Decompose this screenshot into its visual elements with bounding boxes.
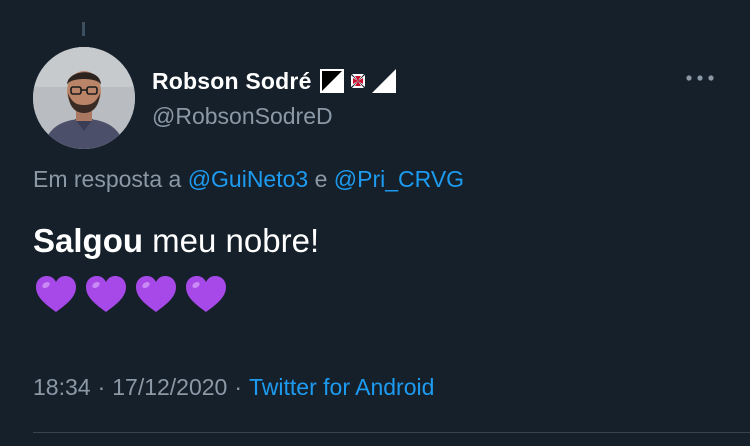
black-triangle-icon <box>319 69 344 93</box>
reply-conjunction: e <box>314 166 328 192</box>
divider <box>33 432 750 433</box>
white-triangle-icon <box>371 69 396 93</box>
author-handle[interactable]: @RobsonSodreD <box>152 103 333 130</box>
tweet-text-bold: Salgou <box>33 222 144 259</box>
tweet-text-rest: meu nobre! <box>143 222 320 259</box>
tweet-time[interactable]: 18:34 <box>33 374 91 400</box>
purple-heart-icon <box>136 276 176 312</box>
mention-link-pri-crvg[interactable]: @Pri_CRVG <box>334 166 464 192</box>
meta-separator: · <box>97 374 106 400</box>
meta-separator: · <box>234 374 243 400</box>
author-name-row[interactable]: Robson Sodré <box>152 66 396 96</box>
author-display-name[interactable]: Robson Sodré <box>152 68 312 95</box>
tweet-meta: 18:34 · 17/12/2020 · Twitter for Android <box>33 374 434 401</box>
purple-heart-icon <box>36 276 76 312</box>
maltese-cross-icon <box>345 69 370 93</box>
tweet-source-link[interactable]: Twitter for Android <box>249 374 434 400</box>
reply-context: Em resposta a @GuiNeto3 e @Pri_CRVG <box>33 166 464 193</box>
purple-heart-icon <box>86 276 126 312</box>
reply-prefix: Em resposta a <box>33 166 182 192</box>
purple-heart-icon <box>186 276 226 312</box>
thread-connector-line <box>82 22 85 36</box>
avatar[interactable] <box>33 47 135 149</box>
emoji-row <box>33 272 229 318</box>
mention-link-guineto3[interactable]: @GuiNeto3 <box>188 166 309 192</box>
tweet-text: Salgou meu nobre! <box>33 222 319 260</box>
avatar-photo <box>33 47 135 149</box>
more-options-icon[interactable] <box>684 68 716 88</box>
vasco-flag-icon <box>319 68 396 94</box>
tweet-date[interactable]: 17/12/2020 <box>112 374 227 400</box>
